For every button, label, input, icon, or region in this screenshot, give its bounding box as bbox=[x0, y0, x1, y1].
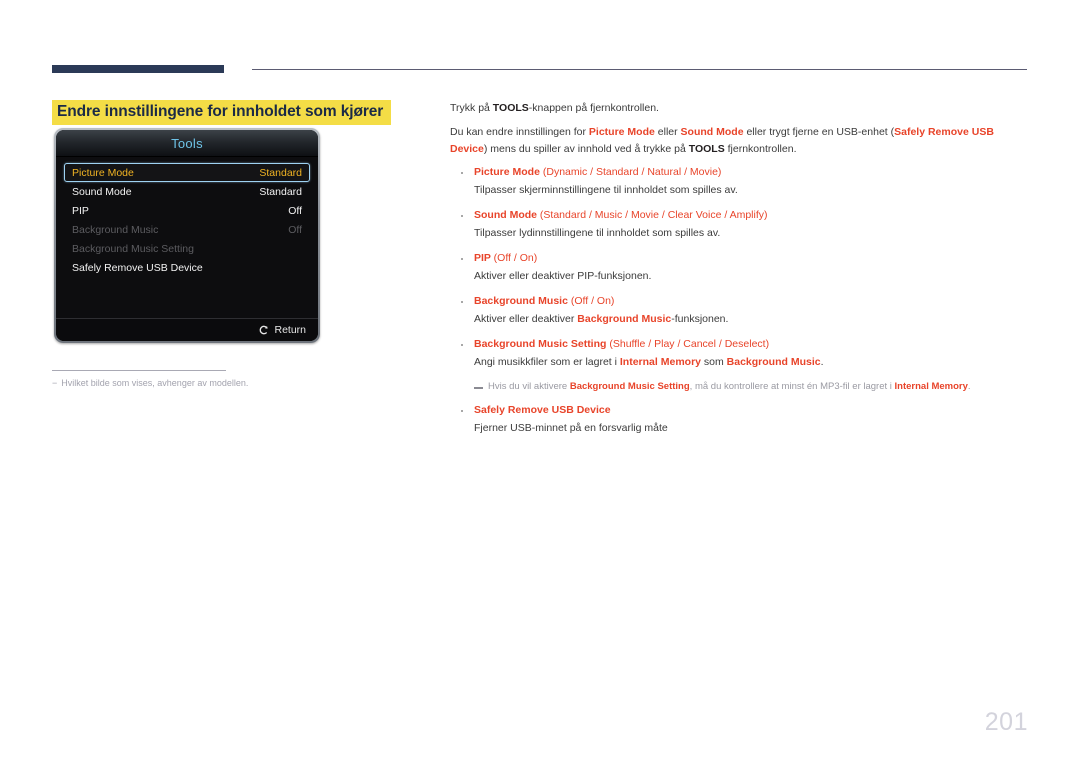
bullet-head: Background Music Setting (Shuffle / Play… bbox=[450, 337, 1028, 353]
menu-row-background-music-setting: Background Music Setting bbox=[64, 239, 310, 258]
bullet-options: (Off / On) bbox=[493, 251, 538, 264]
return-arrow-icon bbox=[258, 325, 269, 336]
bullet-background-music-setting: Background Music Setting (Shuffle / Play… bbox=[450, 337, 1028, 370]
bullet-safely-remove-usb-device: Safely Remove USB Device Fjerner USB-min… bbox=[450, 403, 1028, 436]
bullet-options: (Dynamic / Standard / Natural / Movie) bbox=[542, 165, 722, 178]
bullet-options: (Standard / Music / Movie / Clear Voice … bbox=[539, 208, 768, 221]
menu-row-value: Standard bbox=[259, 166, 302, 179]
bullet-pip: PIP (Off / On) Aktiver eller deaktiver P… bbox=[450, 251, 1028, 284]
menu-row-label: Background Music bbox=[72, 223, 159, 236]
tools-menu-panel: Tools Picture Mode Standard Sound Mode S… bbox=[54, 128, 320, 343]
bullet-options: (Shuffle / Play / Cancel / Deselect) bbox=[609, 337, 770, 350]
page-number: 201 bbox=[984, 708, 1028, 736]
bullet-desc: Tilpasser lydinnstillingene til innholde… bbox=[474, 226, 721, 239]
desc-accent-picture-mode: Picture Mode bbox=[588, 126, 655, 139]
bullet-background-music: Background Music (Off / On) Aktiver elle… bbox=[450, 294, 1028, 327]
menu-row-pip[interactable]: PIP Off bbox=[64, 201, 310, 220]
paragraph-description: Du kan endre innstillingen for Picture M… bbox=[450, 124, 1028, 157]
tools-menu-inner: Tools Picture Mode Standard Sound Mode S… bbox=[56, 130, 318, 341]
bullet-desc-pre: Angi musikkfiler som er lagret i bbox=[474, 355, 620, 368]
menu-row-label: Safely Remove USB Device bbox=[72, 261, 203, 274]
bullet-desc: Aktiver eller deaktiver Background Music… bbox=[450, 311, 1028, 327]
bullet-desc-mid: som bbox=[701, 355, 727, 368]
bullet-name: PIP bbox=[474, 251, 491, 264]
desc-bold-tools: TOOLS bbox=[688, 142, 725, 155]
menu-row-background-music: Background Music Off bbox=[64, 220, 310, 239]
menu-row-label: PIP bbox=[72, 204, 89, 217]
note-accent-1: Background Music Setting bbox=[569, 380, 690, 392]
desc-accent-sound-mode: Sound Mode bbox=[680, 126, 744, 139]
bullet-desc: Tilpasser skjerminnstillingene til innho… bbox=[474, 183, 738, 196]
menu-row-sound-mode[interactable]: Sound Mode Standard bbox=[64, 182, 310, 201]
paragraph-intro: Trykk på TOOLS-knappen på fjernkontrolle… bbox=[450, 100, 1028, 116]
header-accent-bar bbox=[52, 65, 224, 73]
paragraph-intro-post: -knappen på fjernkontrollen. bbox=[528, 102, 659, 114]
footnote-dash: − bbox=[52, 378, 58, 388]
bullet-sound-mode: Sound Mode (Standard / Music / Movie / C… bbox=[450, 208, 1028, 241]
note-accent-2: Internal Memory bbox=[894, 380, 968, 392]
desc-seg-4: ) mens du spiller av innhold ved å trykk… bbox=[483, 142, 689, 155]
note-seg-3: . bbox=[967, 380, 971, 392]
bullet-list: Picture Mode (Dynamic / Standard / Natur… bbox=[450, 165, 1028, 436]
bullet-desc-post: . bbox=[820, 355, 824, 368]
menu-row-safely-remove-usb-device[interactable]: Safely Remove USB Device bbox=[64, 258, 310, 277]
bullet-head: Picture Mode (Dynamic / Standard / Natur… bbox=[450, 165, 1028, 181]
content-column: Trykk på TOOLS-knappen på fjernkontrolle… bbox=[450, 100, 1028, 446]
bullet-picture-mode: Picture Mode (Dynamic / Standard / Natur… bbox=[450, 165, 1028, 198]
note-seg-2: , må du kontrollere at minst én MP3-fil … bbox=[689, 380, 895, 392]
bullet-desc-accent: Background Music bbox=[577, 312, 672, 325]
menu-row-value: Off bbox=[288, 223, 302, 236]
footnote-divider bbox=[52, 370, 226, 371]
paragraph-intro-pre: Trykk på bbox=[450, 102, 493, 114]
bullet-name: Safely Remove USB Device bbox=[474, 404, 611, 417]
tools-menu-title: Tools bbox=[171, 135, 203, 151]
bullet-name: Background Music Setting bbox=[474, 337, 607, 350]
menu-row-picture-mode[interactable]: Picture Mode Standard bbox=[64, 163, 310, 182]
tools-menu-header: Tools bbox=[56, 130, 318, 157]
desc-seg-2: eller bbox=[654, 126, 681, 139]
bullet-desc-pre: Aktiver eller deaktiver bbox=[474, 312, 578, 325]
note-seg-1: Hvis du vil aktivere bbox=[488, 380, 570, 392]
tools-keyword: TOOLS bbox=[492, 102, 529, 114]
return-label: Return bbox=[274, 324, 306, 336]
menu-row-label: Picture Mode bbox=[72, 166, 134, 179]
desc-seg-3: eller trygt fjerne en USB-enhet ( bbox=[743, 126, 895, 139]
menu-row-value: Standard bbox=[259, 185, 302, 198]
bullet-desc-accent-background-music: Background Music bbox=[726, 355, 821, 368]
bullet-desc-accent-internal-memory: Internal Memory bbox=[619, 355, 701, 368]
menu-row-label: Sound Mode bbox=[72, 185, 132, 198]
desc-seg-5: fjernkontrollen. bbox=[724, 142, 797, 155]
bullet-name: Background Music bbox=[474, 294, 568, 307]
bullet-head: Background Music (Off / On) bbox=[450, 294, 1028, 310]
menu-row-value: Off bbox=[288, 204, 302, 217]
footnote-text: Hvilket bilde som vises, avhenger av mod… bbox=[61, 378, 249, 388]
bullet-head: Sound Mode (Standard / Music / Movie / C… bbox=[450, 208, 1028, 224]
bullet-options: (Off / On) bbox=[570, 294, 615, 307]
bullet-head: PIP (Off / On) bbox=[450, 251, 1028, 267]
tools-menu-list: Picture Mode Standard Sound Mode Standar… bbox=[56, 157, 318, 318]
bullet-name: Sound Mode bbox=[474, 208, 537, 221]
tools-menu-footer: Return bbox=[56, 318, 318, 341]
bullet-desc: Aktiver eller deaktiver PIP-funksjonen. bbox=[474, 269, 652, 282]
bullet-desc-post: -funksjonen. bbox=[671, 312, 729, 325]
bullet-head: Safely Remove USB Device bbox=[450, 403, 1028, 419]
menu-row-label: Background Music Setting bbox=[72, 242, 194, 255]
page-title: Endre innstillingene for innholdet som k… bbox=[52, 100, 392, 125]
footnote: − Hvilket bilde som vises, avhenger av mo… bbox=[52, 377, 392, 390]
header-divider-line bbox=[252, 69, 1027, 70]
desc-seg-1: Du kan endre innstillingen for bbox=[450, 126, 589, 139]
bullet-desc: Fjerner USB-minnet på en forsvarlig måte bbox=[474, 421, 668, 434]
note-background-music-setting: Hvis du vil aktivere Background Music Se… bbox=[450, 380, 1028, 394]
bullet-desc: Angi musikkfiler som er lagret i Interna… bbox=[450, 354, 1028, 370]
bullet-name: Picture Mode bbox=[474, 165, 540, 178]
